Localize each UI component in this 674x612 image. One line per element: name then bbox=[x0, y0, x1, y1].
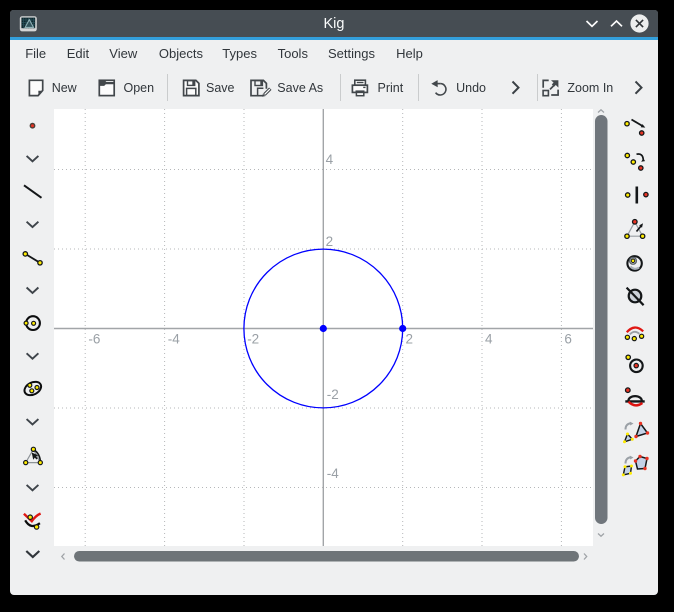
svg-text:-2: -2 bbox=[247, 332, 259, 347]
svg-text:4: 4 bbox=[485, 332, 493, 347]
svg-text:-4: -4 bbox=[168, 332, 180, 347]
svg-text:4: 4 bbox=[326, 152, 334, 167]
svg-text:2: 2 bbox=[406, 332, 414, 347]
svg-text:-4: -4 bbox=[327, 466, 339, 481]
svg-text:2: 2 bbox=[326, 234, 334, 249]
svg-text:6: 6 bbox=[564, 332, 572, 347]
svg-text:-2: -2 bbox=[327, 387, 339, 402]
svg-text:-6: -6 bbox=[88, 332, 100, 347]
